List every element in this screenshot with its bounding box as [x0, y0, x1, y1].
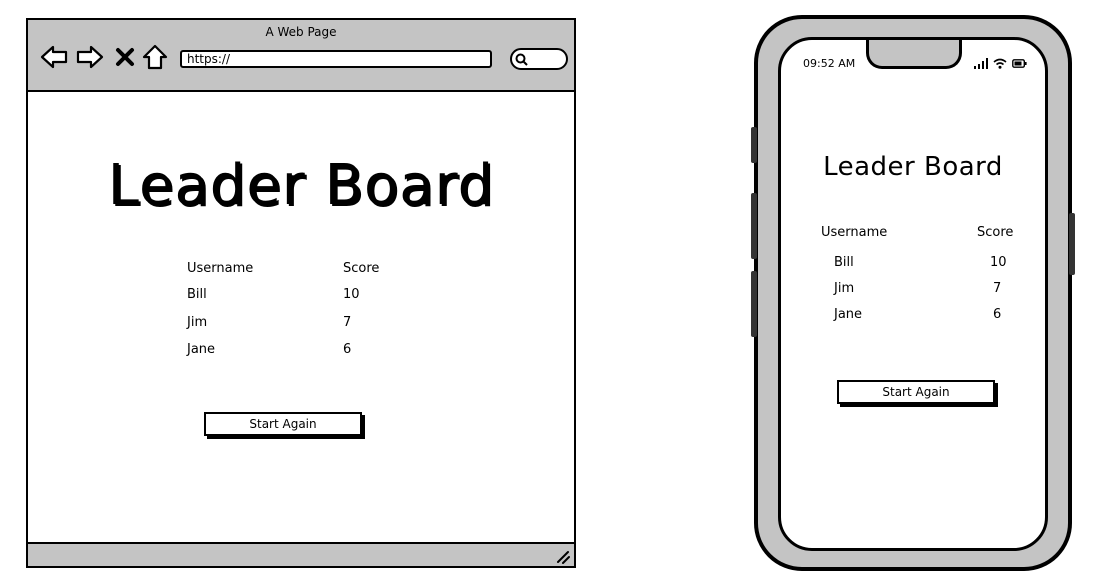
signal-icon [974, 57, 988, 69]
resize-grip-icon[interactable] [554, 548, 570, 564]
close-icon[interactable] [114, 44, 136, 70]
username-cell: Jim [834, 281, 855, 296]
column-header-username: Username [187, 261, 254, 276]
username-cell: Jane [834, 307, 863, 322]
score-cell: 7 [343, 315, 352, 330]
phone-screen: 09:52 AM Leader Board Username Score Bil… [778, 37, 1048, 551]
phone-leaderboard-table: Username Score Bill 10 Jim 7 Jane 6 [821, 225, 1021, 325]
mute-switch[interactable] [751, 127, 757, 163]
search-field[interactable] [510, 48, 568, 70]
browser-window: A Web Page https:// Leader Board Usernam… [26, 18, 576, 568]
score-cell: 6 [343, 342, 352, 357]
page-title: Leader Board [107, 153, 495, 218]
browser-title: A Web Page [265, 25, 337, 39]
column-header-score: Score [343, 261, 380, 276]
search-icon [515, 53, 528, 66]
power-button[interactable] [1069, 213, 1075, 275]
wifi-icon [993, 58, 1007, 69]
leaderboard-table: Username Score Bill 10 Jim 7 Jane 6 [187, 261, 407, 361]
score-cell: 6 [993, 307, 1002, 322]
volume-down-button[interactable] [751, 271, 757, 337]
phone-notch [866, 40, 962, 69]
username-cell: Jane [187, 342, 216, 357]
username-cell: Jim [187, 315, 208, 330]
browser-status-bar [28, 542, 574, 566]
browser-toolbar: A Web Page https:// [28, 20, 574, 92]
start-again-button[interactable]: Start Again [204, 412, 362, 436]
status-time: 09:52 AM [803, 57, 856, 70]
phone-start-again-button[interactable]: Start Again [837, 380, 995, 404]
home-icon[interactable] [142, 44, 168, 70]
score-cell: 7 [993, 281, 1002, 296]
url-input[interactable]: https:// [180, 50, 492, 68]
score-cell: 10 [990, 255, 1007, 270]
column-header-score: Score [977, 225, 1014, 240]
forward-arrow-icon[interactable] [76, 44, 104, 70]
phone-device: 09:52 AM Leader Board Username Score Bil… [751, 15, 1075, 571]
username-cell: Bill [187, 287, 207, 302]
score-cell: 10 [343, 287, 360, 302]
battery-icon [1012, 58, 1027, 68]
column-header-username: Username [821, 225, 888, 240]
phone-page-title: Leader Board [823, 152, 1003, 182]
volume-up-button[interactable] [751, 193, 757, 259]
username-cell: Bill [834, 255, 854, 270]
status-icons [974, 57, 1027, 69]
back-arrow-icon[interactable] [40, 44, 68, 70]
